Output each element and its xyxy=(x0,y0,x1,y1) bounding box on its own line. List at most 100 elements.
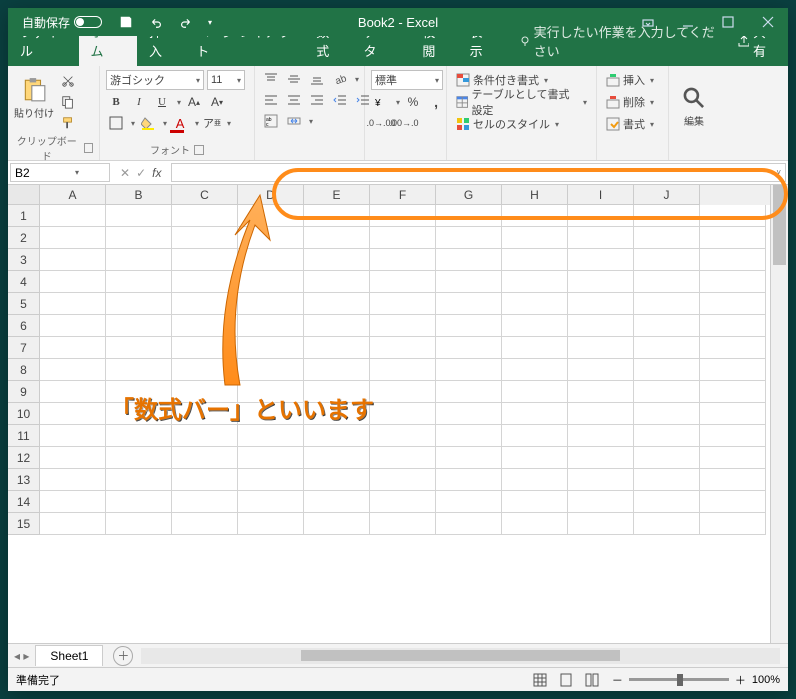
cell[interactable] xyxy=(238,513,304,535)
cell[interactable] xyxy=(634,315,700,337)
insert-cells-button[interactable]: 挿入▾ xyxy=(603,71,657,89)
cell[interactable] xyxy=(106,205,172,227)
cell[interactable] xyxy=(436,469,502,491)
cell[interactable] xyxy=(568,359,634,381)
cell[interactable] xyxy=(370,337,436,359)
cell[interactable] xyxy=(172,293,238,315)
row-header[interactable]: 10 xyxy=(8,403,40,425)
cell[interactable] xyxy=(238,249,304,271)
cell[interactable] xyxy=(700,403,766,425)
wrap-text-icon[interactable]: abc xyxy=(261,112,281,130)
col-header[interactable]: F xyxy=(370,185,436,205)
cell[interactable] xyxy=(700,425,766,447)
orientation-icon[interactable]: ab xyxy=(330,70,350,88)
align-right-icon[interactable] xyxy=(307,91,327,109)
cell[interactable] xyxy=(40,491,106,513)
cell[interactable] xyxy=(304,425,370,447)
cell[interactable] xyxy=(172,513,238,535)
cell[interactable] xyxy=(634,337,700,359)
close-button[interactable] xyxy=(748,8,788,36)
cell[interactable] xyxy=(700,205,766,227)
cell[interactable] xyxy=(238,403,304,425)
cell[interactable] xyxy=(40,249,106,271)
cell[interactable] xyxy=(370,249,436,271)
cell[interactable] xyxy=(436,491,502,513)
clipboard-launcher-icon[interactable] xyxy=(84,143,93,153)
increase-decimal-icon[interactable]: .0→.00 xyxy=(371,114,391,132)
cell[interactable] xyxy=(700,315,766,337)
cell[interactable] xyxy=(568,249,634,271)
cell[interactable] xyxy=(436,293,502,315)
cell[interactable] xyxy=(40,425,106,447)
cell[interactable] xyxy=(40,205,106,227)
horizontal-scrollbar[interactable] xyxy=(141,648,780,664)
cell[interactable] xyxy=(502,293,568,315)
cell[interactable] xyxy=(172,227,238,249)
cell[interactable] xyxy=(106,381,172,403)
row-header[interactable]: 4 xyxy=(8,271,40,293)
format-painter-icon[interactable] xyxy=(58,114,78,132)
find-select-button[interactable]: 編集 xyxy=(675,77,713,137)
cell[interactable] xyxy=(40,403,106,425)
name-box-input[interactable] xyxy=(15,166,75,180)
cell[interactable] xyxy=(106,403,172,425)
view-normal-icon[interactable] xyxy=(530,671,550,689)
accounting-format-icon[interactable]: ¥ xyxy=(371,93,391,111)
cell[interactable] xyxy=(700,293,766,315)
cell[interactable] xyxy=(700,249,766,271)
cell[interactable] xyxy=(370,513,436,535)
row-header[interactable]: 8 xyxy=(8,359,40,381)
cell[interactable] xyxy=(172,249,238,271)
cell[interactable] xyxy=(700,359,766,381)
enter-formula-icon[interactable]: ✓ xyxy=(136,166,146,180)
new-sheet-button[interactable]: ＋ xyxy=(113,646,133,666)
cell[interactable] xyxy=(370,381,436,403)
cell[interactable] xyxy=(40,513,106,535)
cell[interactable] xyxy=(106,447,172,469)
zoom-in-icon[interactable]: ＋ xyxy=(735,672,746,688)
save-icon[interactable] xyxy=(116,13,136,31)
cell[interactable] xyxy=(304,249,370,271)
autosave-toggle[interactable]: 自動保存 xyxy=(14,14,110,31)
cell[interactable] xyxy=(304,227,370,249)
copy-icon[interactable] xyxy=(58,93,78,111)
cell[interactable] xyxy=(40,469,106,491)
cell[interactable] xyxy=(568,491,634,513)
cell-styles-button[interactable]: セルのスタイル▾ xyxy=(453,115,562,133)
font-size-combo[interactable]: 11▾ xyxy=(207,70,245,90)
cell[interactable] xyxy=(238,205,304,227)
italic-button[interactable]: I xyxy=(129,93,149,111)
cell[interactable] xyxy=(40,315,106,337)
cell[interactable] xyxy=(436,205,502,227)
cell[interactable] xyxy=(304,403,370,425)
cell[interactable] xyxy=(40,447,106,469)
align-middle-icon[interactable] xyxy=(284,70,304,88)
cell[interactable] xyxy=(370,425,436,447)
zoom-slider[interactable] xyxy=(629,678,729,681)
col-header[interactable]: E xyxy=(304,185,370,205)
cell[interactable] xyxy=(436,513,502,535)
cell[interactable] xyxy=(172,447,238,469)
col-header[interactable]: D xyxy=(238,185,304,205)
cell[interactable] xyxy=(238,447,304,469)
cell[interactable] xyxy=(106,249,172,271)
cell[interactable] xyxy=(634,425,700,447)
row-header[interactable]: 11 xyxy=(8,425,40,447)
cell[interactable] xyxy=(238,315,304,337)
align-top-icon[interactable] xyxy=(261,70,281,88)
cell[interactable] xyxy=(436,425,502,447)
cell[interactable] xyxy=(172,337,238,359)
cell[interactable] xyxy=(304,491,370,513)
cell[interactable] xyxy=(436,447,502,469)
cell[interactable] xyxy=(304,359,370,381)
col-header[interactable]: B xyxy=(106,185,172,205)
cell[interactable] xyxy=(304,271,370,293)
cell[interactable] xyxy=(502,227,568,249)
row-header[interactable]: 14 xyxy=(8,491,40,513)
cell[interactable] xyxy=(238,491,304,513)
cell[interactable] xyxy=(568,381,634,403)
col-header[interactable]: J xyxy=(634,185,700,205)
cell[interactable] xyxy=(436,403,502,425)
name-box[interactable]: ▾ xyxy=(10,163,110,182)
cell[interactable] xyxy=(304,447,370,469)
